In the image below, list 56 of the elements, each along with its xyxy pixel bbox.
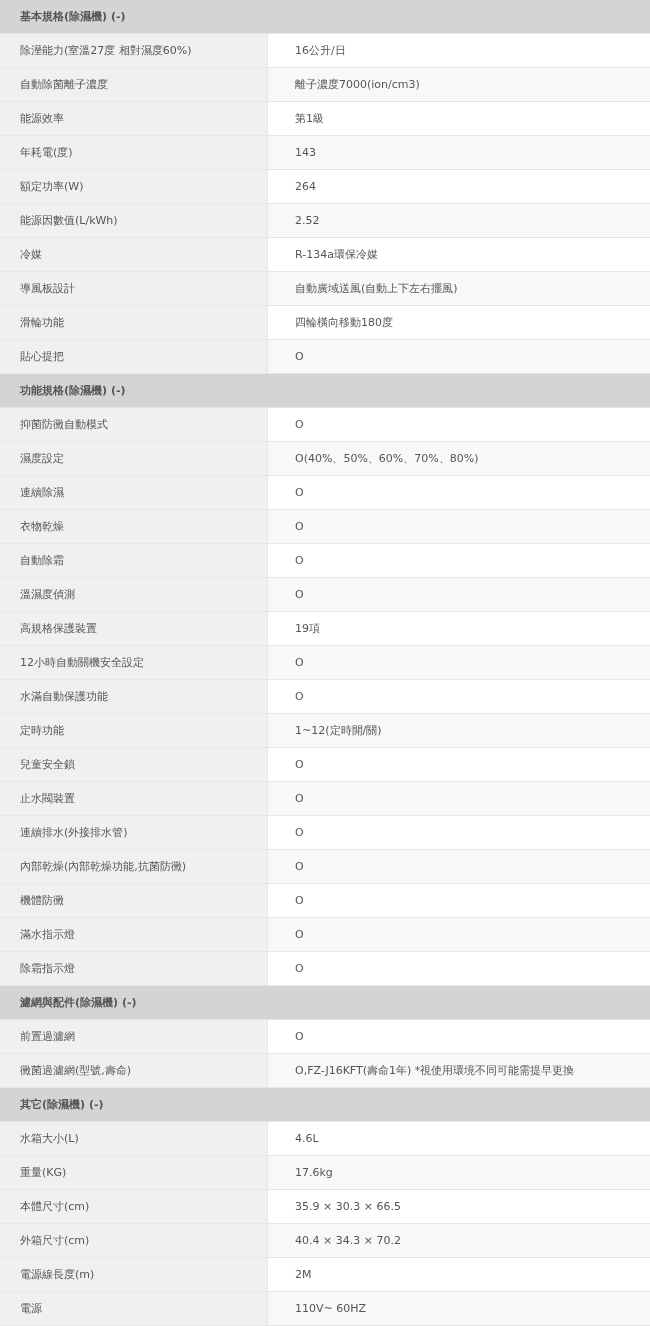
spec-label: 止水閥裝置	[0, 782, 268, 815]
spec-label: 能源效率	[0, 102, 268, 135]
spec-value: O	[268, 918, 650, 951]
spec-value: 自動廣域送風(自動上下左右擺風)	[268, 272, 650, 305]
spec-label: 連續除濕	[0, 476, 268, 509]
spec-label: 外箱尺寸(cm)	[0, 1224, 268, 1257]
spec-label: 高規格保護裝置	[0, 612, 268, 645]
spec-value: O	[268, 340, 650, 373]
spec-label: 除霜指示燈	[0, 952, 268, 985]
section-header: 其它(除濕機) (-)	[0, 1088, 650, 1122]
spec-label: 導風板設計	[0, 272, 268, 305]
spec-label: 本體尺寸(cm)	[0, 1190, 268, 1223]
section-header: 功能規格(除濕機) (-)	[0, 374, 650, 408]
spec-label: 除溼能力(室溫27度 相對濕度60%)	[0, 34, 268, 67]
spec-value: 143	[268, 136, 650, 169]
spec-label: 自動除霜	[0, 544, 268, 577]
spec-value: O,FZ-J16KFT(壽命1年) *視使用環境不同可能需提早更換	[268, 1054, 650, 1087]
section-header: 濾網與配件(除濕機) (-)	[0, 986, 650, 1020]
spec-label: 滑輪功能	[0, 306, 268, 339]
spec-label: 滿水指示燈	[0, 918, 268, 951]
spec-value: 離子濃度7000(ion/cm3)	[268, 68, 650, 101]
spec-value: 40.4 × 34.3 × 70.2	[268, 1224, 650, 1257]
spec-value: O	[268, 646, 650, 679]
spec-label: 抑菌防黴自動模式	[0, 408, 268, 441]
spec-label: 額定功率(W)	[0, 170, 268, 203]
spec-label: 12小時自動關機安全設定	[0, 646, 268, 679]
spec-label: 貼心提把	[0, 340, 268, 373]
spec-value: O	[268, 578, 650, 611]
spec-label: 年耗電(度)	[0, 136, 268, 169]
spec-label: 冷媒	[0, 238, 268, 271]
spec-label: 自動除菌離子濃度	[0, 68, 268, 101]
spec-label: 定時功能	[0, 714, 268, 747]
spec-value: 17.6kg	[268, 1156, 650, 1189]
spec-value: 2.52	[268, 204, 650, 237]
spec-label: 內部乾燥(內部乾燥功能,抗菌防黴)	[0, 850, 268, 883]
spec-value: O	[268, 782, 650, 815]
spec-label: 濕度設定	[0, 442, 268, 475]
spec-label: 溫濕度偵測	[0, 578, 268, 611]
spec-label: 衣物乾燥	[0, 510, 268, 543]
spec-label: 連續排水(外接排水管)	[0, 816, 268, 849]
spec-label: 兒童安全鎖	[0, 748, 268, 781]
section-header: 基本規格(除濕機) (-)	[0, 0, 650, 34]
spec-label: 重量(KG)	[0, 1156, 268, 1189]
spec-value: 1~12(定時開/關)	[268, 714, 650, 747]
spec-value: O	[268, 850, 650, 883]
spec-label: 水箱大小(L)	[0, 1122, 268, 1155]
spec-label: 電源	[0, 1292, 268, 1325]
spec-label: 能源因數值(L/kWh)	[0, 204, 268, 237]
spec-label: 前置過濾網	[0, 1020, 268, 1053]
spec-label: 黴菌過濾網(型號,壽命)	[0, 1054, 268, 1087]
spec-label: 電源線長度(m)	[0, 1258, 268, 1291]
spec-value: O	[268, 510, 650, 543]
spec-label: 機體防黴	[0, 884, 268, 917]
spec-label: 水滿自動保護功能	[0, 680, 268, 713]
spec-value: O(40%、50%、60%、70%、80%)	[268, 442, 650, 475]
spec-value: 110V~ 60HZ	[268, 1292, 650, 1325]
